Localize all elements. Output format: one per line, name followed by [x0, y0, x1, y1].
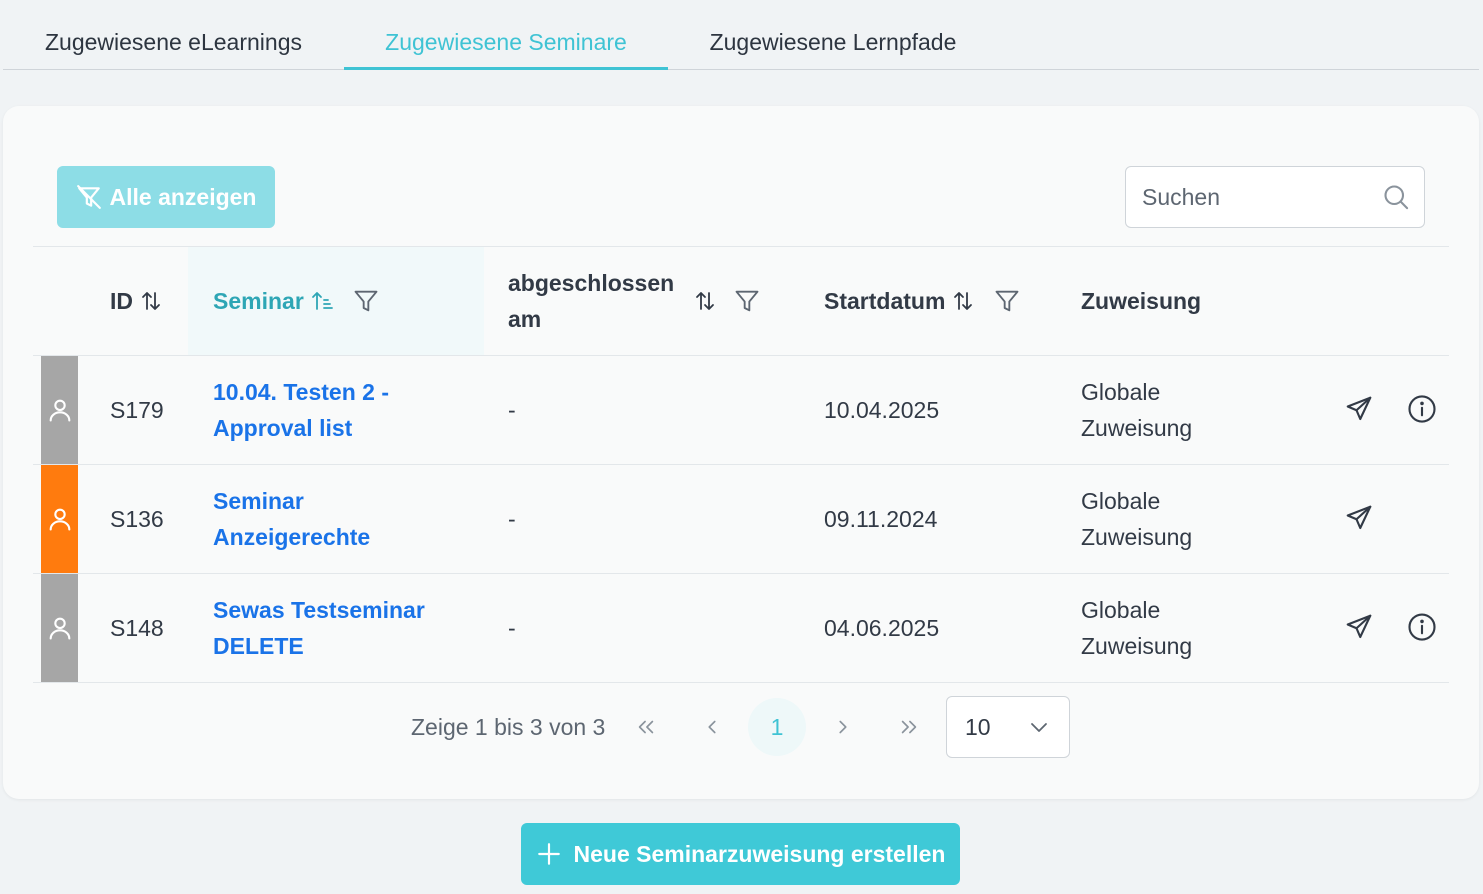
tab-seminare[interactable]: Zugewiesene Seminare [344, 0, 668, 70]
first-page-button[interactable] [626, 696, 666, 758]
search-input[interactable] [1142, 167, 1372, 227]
send-icon[interactable] [1344, 503, 1374, 533]
sort-icon[interactable] [951, 289, 975, 313]
column-header-start-date[interactable]: Startdatum [824, 247, 1064, 355]
chevrons-right-icon [901, 720, 917, 734]
rows-per-page-value: 10 [965, 714, 991, 740]
show-all-label: Alle anzeigen [109, 183, 257, 210]
show-all-filter-button[interactable]: Alle anzeigen [57, 166, 275, 228]
pagination: Zeige 1 bis 3 von 3 1 10 [3, 696, 1479, 758]
sort-icon[interactable] [139, 289, 163, 313]
row-id: S148 [110, 615, 164, 641]
search-icon[interactable] [1382, 183, 1410, 211]
send-icon[interactable] [1344, 394, 1374, 424]
row-id: S136 [110, 506, 164, 532]
filter-icon[interactable] [352, 287, 380, 315]
seminar-link[interactable]: Sewas Testseminar DELETE [213, 574, 453, 682]
column-header-assignment: Zuweisung [1081, 247, 1281, 355]
send-icon[interactable] [1344, 612, 1374, 642]
row-completed: - [508, 397, 516, 423]
chevron-right-icon [839, 720, 847, 734]
row-id: S179 [110, 397, 164, 423]
create-seminar-assignment-button[interactable]: Neue Seminarzuweisung erstellen [521, 823, 960, 885]
previous-page-button[interactable] [692, 696, 732, 758]
row-assignment: Globale Zuweisung [1081, 597, 1193, 659]
rows-per-page-select[interactable]: 10 [946, 696, 1070, 758]
sort-icon[interactable] [693, 289, 717, 313]
column-seminar-label: Seminar [213, 287, 304, 314]
row-assignment: Globale Zuweisung [1081, 488, 1193, 550]
tab-bar: Zugewiesene eLearnings Zugewiesene Semin… [3, 0, 1479, 70]
next-page-button[interactable] [823, 696, 863, 758]
row-start-date: 04.06.2025 [824, 615, 940, 641]
chevron-down-icon [1031, 723, 1047, 732]
info-icon[interactable] [1407, 394, 1437, 424]
page-button-current[interactable]: 1 [748, 698, 806, 756]
seminar-table: ID Seminar abgeschlossen am Startdatum Z… [33, 246, 1449, 683]
user-icon [49, 617, 70, 640]
row-assignment: Globale Zuweisung [1081, 379, 1193, 441]
column-completed-label: abgeschlossen am [508, 270, 675, 332]
filter-off-icon [76, 185, 101, 209]
info-icon[interactable] [1407, 612, 1437, 642]
table-row[interactable]: S148 Sewas Testseminar DELETE - 04.06.20… [33, 574, 1449, 683]
last-page-button[interactable] [889, 696, 929, 758]
chevron-left-icon [708, 720, 716, 734]
search-box [1125, 166, 1425, 228]
create-button-label: Neue Seminarzuweisung erstellen [573, 840, 946, 867]
seminar-table-card: Alle anzeigen ID Seminar [3, 106, 1479, 799]
row-completed: - [508, 615, 516, 641]
sort-ascending-icon[interactable] [310, 289, 334, 313]
table-header: ID Seminar abgeschlossen am Startdatum Z… [33, 246, 1449, 356]
column-header-completed[interactable]: abgeschlossen am [508, 247, 688, 355]
column-header-seminar[interactable]: Seminar [188, 247, 484, 355]
tab-elearnings[interactable]: Zugewiesene eLearnings [3, 0, 344, 70]
table-row[interactable]: S136 Seminar Anzeigerechte - 09.11.2024 … [33, 465, 1449, 574]
seminar-link[interactable]: Seminar Anzeigerechte [213, 465, 413, 573]
status-indicator [41, 356, 78, 464]
status-indicator [41, 574, 78, 682]
tab-lernpfade[interactable]: Zugewiesene Lernpfade [668, 0, 998, 70]
row-start-date: 10.04.2025 [824, 397, 940, 423]
user-icon [49, 508, 70, 531]
column-start-date-label: Startdatum [824, 287, 946, 314]
filter-icon[interactable] [733, 287, 761, 315]
row-completed: - [508, 506, 516, 532]
filter-icon[interactable] [993, 287, 1021, 315]
seminar-link[interactable]: 10.04. Testen 2 - Approval list [213, 356, 453, 464]
user-icon [49, 399, 70, 422]
chevrons-left-icon [638, 720, 654, 734]
pagination-info: Zeige 1 bis 3 von 3 [411, 714, 606, 740]
status-indicator [41, 465, 78, 573]
column-assignment-label: Zuweisung [1081, 287, 1202, 314]
row-start-date: 09.11.2024 [824, 506, 938, 532]
table-row[interactable]: S179 10.04. Testen 2 - Approval list - 1… [33, 356, 1449, 465]
column-id-label: ID [110, 287, 133, 314]
plus-icon [537, 843, 560, 865]
